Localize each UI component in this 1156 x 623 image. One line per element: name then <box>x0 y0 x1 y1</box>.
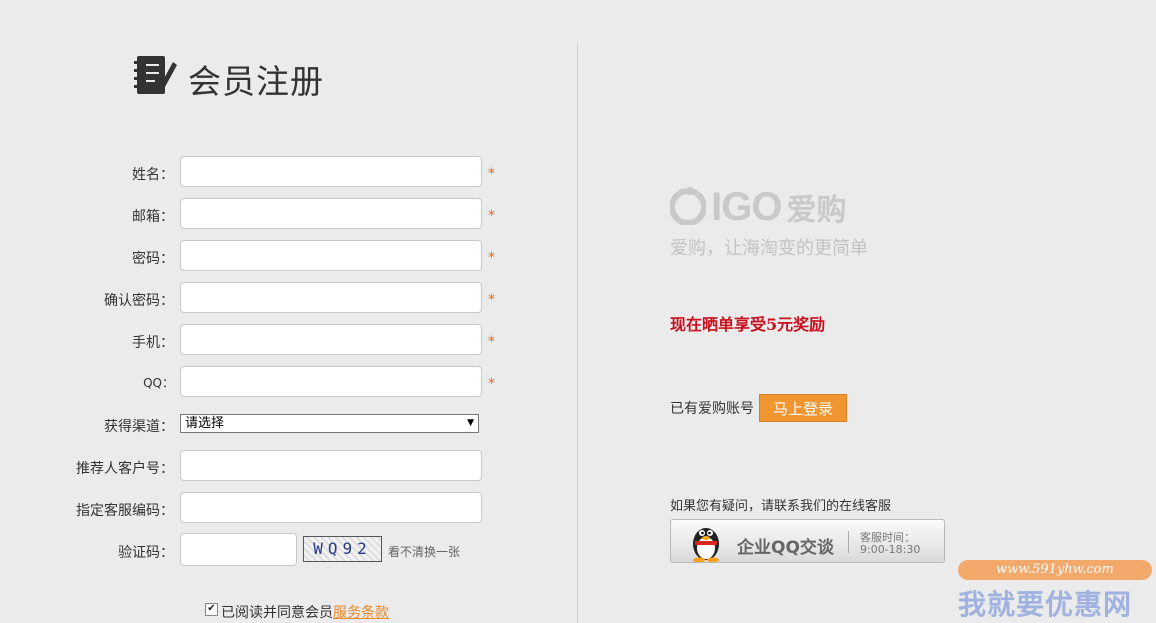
qq-chat-button[interactable]: 企业QQ交谈 客服时间： 9:00-18:30 <box>670 519 945 563</box>
email-input[interactable] <box>180 198 482 229</box>
help-text: 如果您有疑问，请联系我们的在线客服 <box>670 499 892 514</box>
qq-separator <box>848 531 849 553</box>
channel-select[interactable]: 请选择 ▼ <box>180 414 479 433</box>
channel-label: 获得渠道： <box>104 419 174 435</box>
confirm-password-label: 确认密码： <box>104 293 174 309</box>
agree-checkbox[interactable]: ✔ <box>205 603 218 616</box>
phone-label: 手机： <box>132 335 174 351</box>
qq-chat-label: 企业QQ交谈 <box>737 538 834 558</box>
dropdown-arrow-icon: ▼ <box>467 418 474 428</box>
qq-input[interactable] <box>180 366 482 397</box>
service-time-range: 9:00-18:30 <box>860 543 921 556</box>
has-account-text: 已有爱购账号 <box>670 401 754 417</box>
agree-text: 已阅读并同意会员服务条款 <box>221 602 389 622</box>
name-input[interactable] <box>180 156 482 187</box>
required-mark: * <box>488 376 495 392</box>
logo-cn-text: 爱购 <box>786 193 847 228</box>
notebook-pen-icon <box>134 56 177 94</box>
phone-input[interactable] <box>180 324 482 355</box>
terms-link[interactable]: 服务条款 <box>333 605 389 621</box>
referrer-input[interactable] <box>180 450 482 481</box>
required-mark: * <box>488 334 495 350</box>
captcha-image[interactable]: WQ92 <box>303 536 382 562</box>
vertical-divider <box>577 43 578 623</box>
igo-logo: IGO 爱购 <box>669 185 847 230</box>
promo-text: 现在晒单享受5元奖励 <box>670 315 826 334</box>
qq-label: QQ： <box>143 376 174 390</box>
password-label: 密码： <box>132 251 174 267</box>
logo-text: IGO <box>711 185 782 229</box>
igo-logo-icon <box>669 187 707 226</box>
channel-selected-value: 请选择 <box>185 416 225 431</box>
page-title: 会员注册 <box>188 62 324 101</box>
required-mark: * <box>488 208 495 224</box>
service-code-input[interactable] <box>180 492 482 523</box>
referrer-label: 推荐人客户号： <box>76 461 174 477</box>
required-mark: * <box>488 250 495 266</box>
password-input[interactable] <box>180 240 482 271</box>
required-mark: * <box>488 166 495 182</box>
confirm-password-input[interactable] <box>180 282 482 313</box>
captcha-label: 验证码： <box>118 545 174 561</box>
email-label: 邮箱： <box>132 209 174 225</box>
slogan: 爱购，让海淘变的更简单 <box>670 238 868 259</box>
login-button[interactable]: 马上登录 <box>759 394 847 422</box>
agree-label: 已阅读并同意会员 <box>221 605 333 621</box>
required-mark: * <box>488 292 495 308</box>
watermark-text: 我就要优惠网 <box>958 588 1133 621</box>
qq-penguin-icon <box>693 528 719 562</box>
service-code-label: 指定客服编码： <box>76 503 174 519</box>
name-label: 姓名： <box>132 167 174 183</box>
watermark-url: www.591yhw.com <box>958 560 1152 580</box>
captcha-refresh-link[interactable]: 看不清换一张 <box>388 543 460 560</box>
captcha-input[interactable] <box>180 533 297 566</box>
